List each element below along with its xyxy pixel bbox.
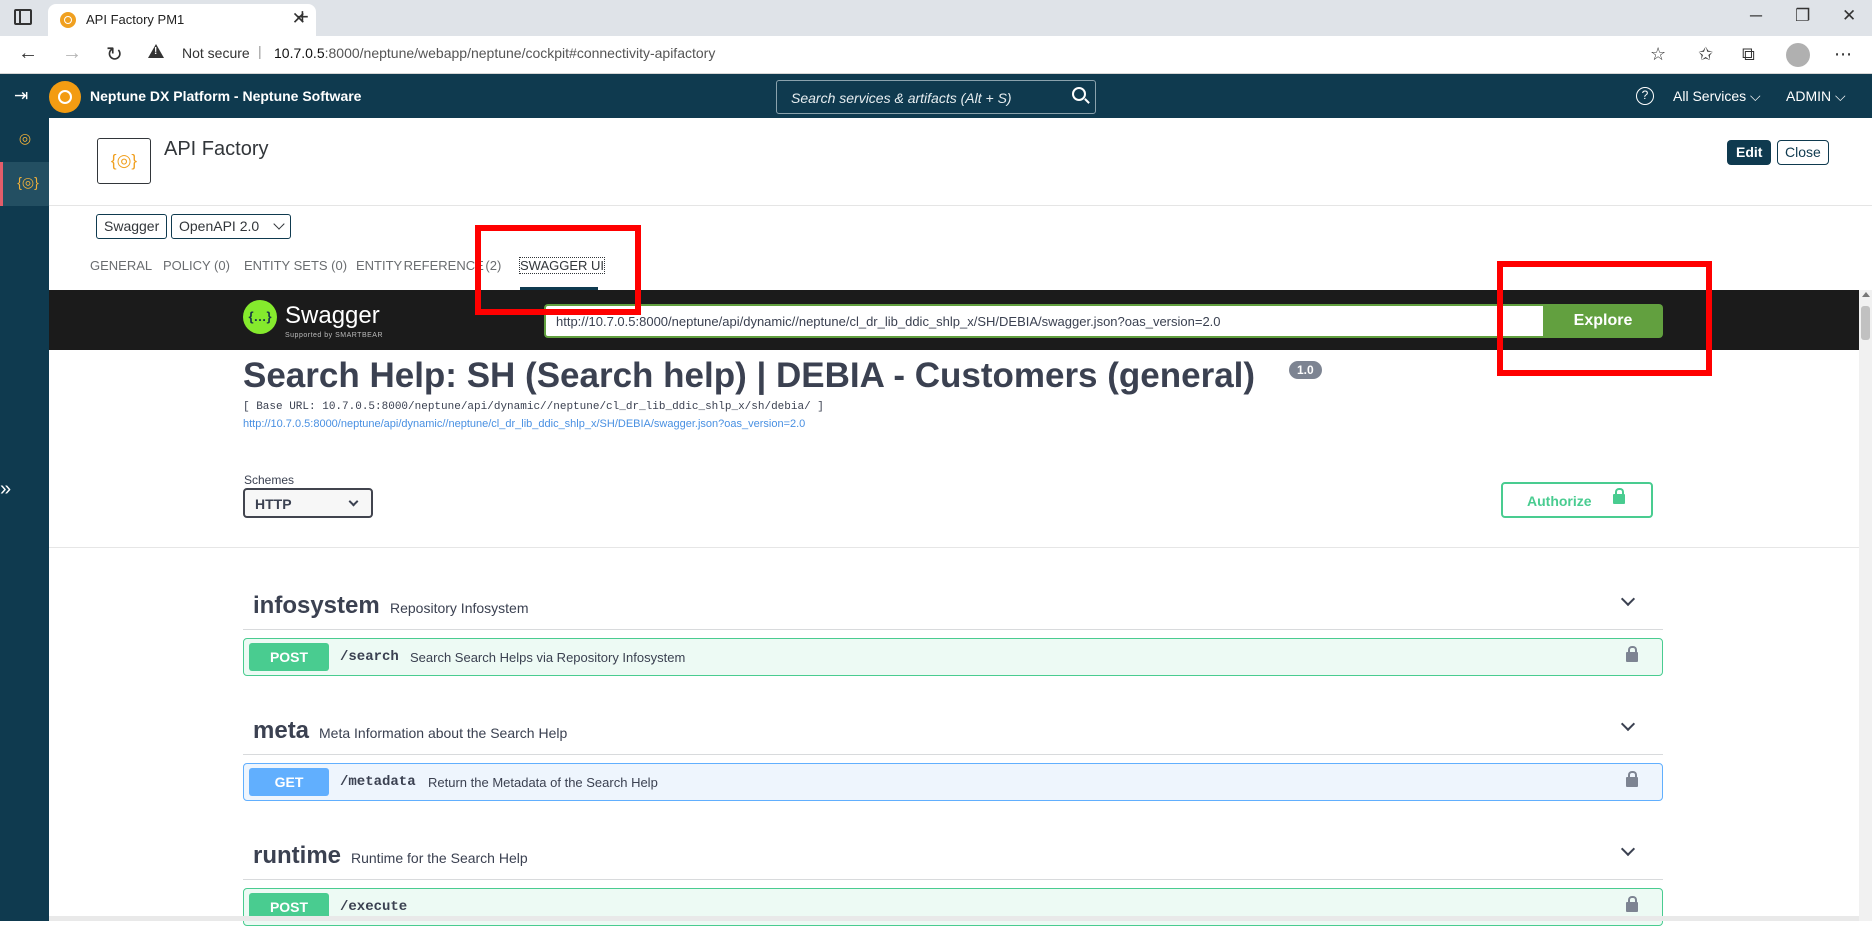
reload-icon[interactable]: ↻: [106, 42, 123, 67]
help-icon[interactable]: ?: [1636, 87, 1654, 105]
tab-policy[interactable]: POLICY (0): [163, 258, 230, 273]
divider: [49, 547, 1859, 548]
window-close-icon[interactable]: ✕: [1842, 6, 1856, 26]
search-placeholder: Search services & artifacts (Alt + S): [791, 90, 1012, 106]
rail-item-home[interactable]: ◎: [0, 118, 49, 162]
all-services-menu[interactable]: All Services ⌵: [1673, 88, 1761, 105]
favorites-icon[interactable]: ✩: [1698, 44, 1713, 65]
edit-button[interactable]: Edit: [1727, 140, 1772, 165]
authorize-button[interactable]: Authorize: [1501, 482, 1653, 518]
chevron-down-icon: [273, 218, 285, 230]
collections-icon[interactable]: ⧉: [1742, 44, 1755, 65]
spec-link[interactable]: http://10.7.0.5:8000/neptune/api/dynamic…: [243, 418, 805, 430]
spec-url-value: http://10.7.0.5:8000/neptune/api/dynamic…: [556, 314, 1221, 329]
tab-entity-sets[interactable]: ENTITY SETS (0): [244, 258, 347, 273]
neptune-favicon-icon: [60, 12, 76, 28]
more-menu-icon[interactable]: ⋯: [1834, 44, 1852, 65]
highlight-explore-button: [1497, 261, 1712, 376]
swagger-logo-icon: {…}: [243, 300, 277, 334]
tag-description: Repository Infosystem: [390, 600, 529, 616]
swagger-supported-by: Supported by SMARTBEAR: [285, 332, 384, 339]
tag-runtime[interactable]: runtime Runtime for the Search Help: [243, 830, 1663, 880]
operation-path: /execute: [340, 899, 408, 915]
browser-tab-strip: API Factory PM1 ✕ + ─ ❐ ✕: [0, 0, 1872, 36]
lock-icon[interactable]: [1626, 646, 1638, 662]
chevron-down-icon[interactable]: [1620, 591, 1636, 607]
highlight-swagger-ui-tab: [475, 225, 641, 315]
scheme-value: HTTP: [255, 496, 292, 512]
method-badge: POST: [249, 643, 329, 671]
forward-icon[interactable]: →: [62, 42, 82, 65]
openapi-version-value: OpenAPI 2.0: [179, 218, 260, 234]
schemes-select[interactable]: HTTP: [243, 488, 373, 518]
not-secure-label[interactable]: Not secure: [182, 45, 250, 61]
user-menu[interactable]: ADMIN ⌵: [1786, 88, 1846, 105]
api-factory-tile-icon: {◎}: [97, 138, 151, 184]
schemes-label: Schemes: [244, 473, 295, 487]
tag-meta[interactable]: meta Meta Information about the Search H…: [243, 705, 1663, 755]
cockpit-icon: ◎: [18, 130, 32, 146]
api-factory-icon: {◎}: [17, 174, 39, 190]
operation-get-metadata[interactable]: GET /metadata Return the Metadata of the…: [243, 763, 1663, 801]
authorize-label: Authorize: [1527, 493, 1592, 509]
rail-item-api-factory[interactable]: {◎}: [0, 162, 49, 206]
scrollbar[interactable]: [1859, 290, 1872, 921]
page-title: API Factory: [164, 138, 269, 160]
search-icon[interactable]: [1072, 87, 1086, 101]
openapi-version-select[interactable]: OpenAPI 2.0: [171, 214, 292, 239]
object-header: {◎} API Factory Edit Close: [49, 118, 1872, 206]
swagger-name: Swagger: [285, 302, 380, 329]
neptune-logo-icon[interactable]: [49, 81, 81, 113]
tag-name: infosystem: [253, 592, 380, 619]
spec-url-input[interactable]: http://10.7.0.5:8000/neptune/api/dynamic…: [544, 304, 1544, 338]
tab-title: API Factory PM1: [86, 12, 185, 27]
tag-description: Meta Information about the Search Help: [319, 725, 568, 741]
add-favorite-icon[interactable]: ☆: [1650, 44, 1666, 65]
tag-infosystem[interactable]: infosystem Repository Infosystem: [243, 580, 1663, 630]
chevron-down-icon[interactable]: [1620, 716, 1636, 732]
restore-icon[interactable]: ❐: [1795, 6, 1810, 26]
version-badge: 1.0: [1289, 361, 1322, 379]
scroll-up-icon[interactable]: [1862, 292, 1870, 297]
bottom-edge: [49, 916, 1859, 921]
global-search-input[interactable]: Search services & artifacts (Alt + S): [776, 80, 1096, 114]
tab-general[interactable]: GENERAL: [90, 258, 152, 273]
profile-avatar[interactable]: [1786, 43, 1810, 67]
url-text[interactable]: 10.7.0.5:8000/neptune/webapp/neptune/coc…: [274, 45, 715, 61]
tab-actions-icon[interactable]: [14, 9, 32, 25]
scrollbar-thumb[interactable]: [1861, 306, 1870, 340]
tag-name: runtime: [253, 842, 342, 869]
unlock-icon: [1613, 488, 1625, 504]
swagger-button[interactable]: Swagger: [96, 214, 168, 239]
address-bar: ← → ↻ Not secure | 10.7.0.5:8000/neptune…: [0, 36, 1872, 74]
method-badge: GET: [249, 768, 329, 796]
side-menu-icon[interactable]: ⇥: [14, 86, 28, 106]
lock-icon[interactable]: [1626, 896, 1638, 912]
tag-name: meta: [253, 717, 310, 744]
close-button[interactable]: Close: [1777, 140, 1829, 165]
left-rail: ◎ {◎} »: [0, 118, 49, 921]
new-tab-icon[interactable]: +: [296, 4, 309, 30]
operation-path: /search: [340, 649, 399, 665]
shell-brand: Neptune DX Platform - Neptune Software: [90, 88, 362, 104]
operation-post-search[interactable]: POST /search Search Search Helps via Rep…: [243, 638, 1663, 676]
lock-icon[interactable]: [1626, 771, 1638, 787]
operation-path: /metadata: [340, 774, 416, 790]
chevron-down-icon: [348, 496, 359, 507]
shell-header: ⇥ Neptune DX Platform - Neptune Software…: [0, 74, 1872, 118]
url-separator: |: [258, 43, 262, 59]
minimize-icon[interactable]: ─: [1750, 6, 1762, 26]
chevron-down-icon[interactable]: [1620, 841, 1636, 857]
operation-summary: Search Search Helps via Repository Infos…: [410, 650, 686, 665]
back-icon[interactable]: ←: [18, 42, 38, 65]
tag-description: Runtime for the Search Help: [351, 850, 528, 866]
browser-tab[interactable]: API Factory PM1 ✕: [48, 4, 316, 36]
base-url: [ Base URL: 10.7.0.5:8000/neptune/api/dy…: [243, 401, 824, 413]
api-title: Search Help: SH (Search help) | DEBIA - …: [243, 356, 1256, 395]
operation-summary: Return the Metadata of the Search Help: [428, 775, 658, 790]
expand-rail-icon[interactable]: »: [0, 478, 11, 501]
warning-icon: [148, 44, 164, 58]
